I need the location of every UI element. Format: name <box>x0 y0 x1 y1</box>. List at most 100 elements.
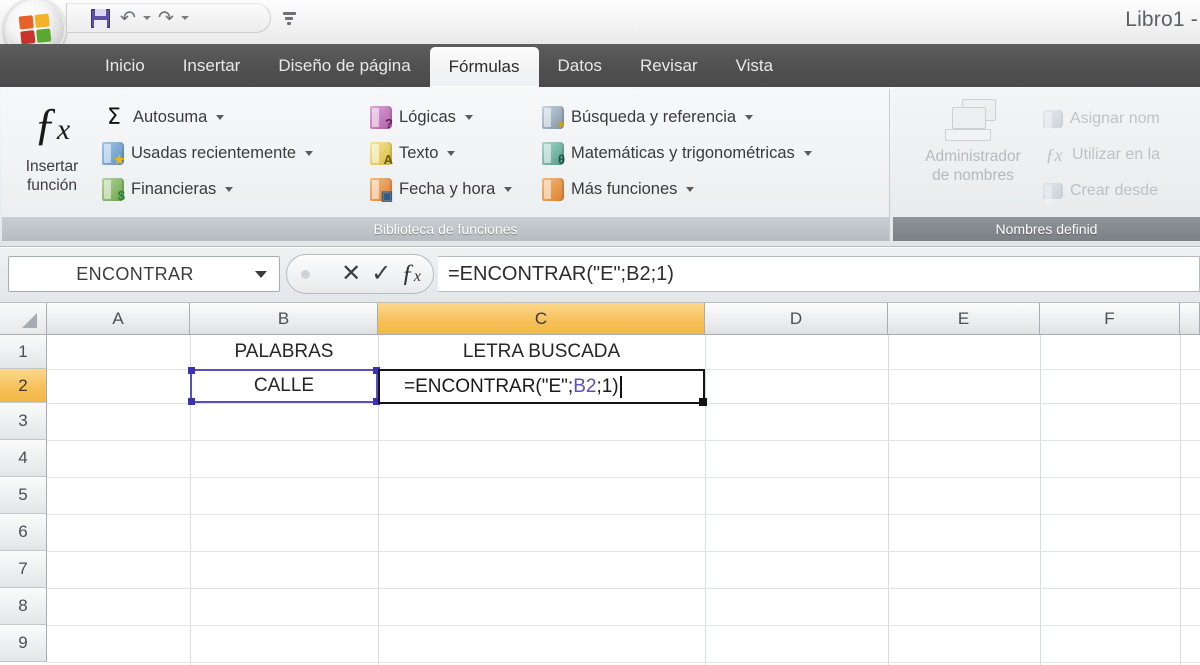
name-manager-button[interactable]: Administrador de nombres <box>913 95 1033 185</box>
create-from-selection-icon <box>1043 183 1063 204</box>
chevron-down-icon[interactable] <box>225 186 234 192</box>
row-header-9[interactable]: 9 <box>0 625 47 662</box>
tab-diseno-de-pagina[interactable]: Diseño de página <box>259 44 429 87</box>
cell-C1[interactable]: LETRA BUSCADA <box>378 335 705 369</box>
column-header-b[interactable]: B <box>190 303 378 335</box>
chevron-down-icon[interactable] <box>305 150 314 156</box>
column-header-e[interactable]: E <box>888 303 1040 335</box>
chevron-down-icon[interactable] <box>216 114 225 120</box>
text-label: Texto <box>399 143 439 162</box>
chevron-down-icon[interactable] <box>447 150 456 156</box>
gridline <box>47 477 1200 478</box>
text-button[interactable]: A Texto <box>370 135 512 171</box>
insert-function-button[interactable]: ƒx Insertar función <box>8 97 96 195</box>
gridline <box>47 551 1200 552</box>
collapse-dot-icon <box>301 270 310 279</box>
reference-handle-icon[interactable] <box>188 398 195 405</box>
floppy-disk-icon <box>90 8 110 28</box>
row-header-8[interactable]: 8 <box>0 588 47 625</box>
tab-revisar[interactable]: Revisar <box>621 44 717 87</box>
cell-B1[interactable]: PALABRAS <box>190 335 378 369</box>
date-time-label: Fecha y hora <box>399 179 496 198</box>
function-library-column-2: ? Lógicas A Texto ▣ Fecha y hora <box>370 99 513 207</box>
more-functions-label: Más funciones <box>571 179 678 198</box>
ribbon: ƒx Insertar función Σ Autosuma ★ Usadas … <box>0 87 1200 247</box>
logical-functions-icon: ? <box>370 105 393 130</box>
cell-C2-editing[interactable]: =ENCONTRAR("E"; B2 ;1) <box>378 369 705 404</box>
spreadsheet-grid: A B C D E F 1 2 3 4 5 6 7 8 9 PALABRAS L… <box>0 303 1200 665</box>
tab-vista[interactable]: Vista <box>717 44 793 87</box>
create-from-selection-button[interactable]: Crear desde <box>1043 173 1160 209</box>
undo-dropdown-icon[interactable] <box>143 16 151 20</box>
use-in-formula-button[interactable]: ƒx Utilizar en la <box>1043 137 1161 173</box>
tab-formulas[interactable]: Fórmulas <box>429 47 539 87</box>
row-header-5[interactable]: 5 <box>0 477 47 514</box>
chevron-down-icon[interactable] <box>255 270 267 278</box>
more-functions-button[interactable]: Más funciones <box>542 171 812 207</box>
accept-check-icon[interactable]: ✓ <box>371 262 391 286</box>
recently-used-button[interactable]: ★ Usadas recientemente <box>102 135 314 171</box>
financial-button[interactable]: $ Financieras <box>102 171 313 207</box>
formula-reference-highlight-b2 <box>188 367 380 405</box>
chevron-down-icon[interactable] <box>464 114 473 120</box>
row-header-1[interactable]: 1 <box>0 335 47 369</box>
gridline <box>47 588 1200 589</box>
column-header-c[interactable]: C <box>378 303 705 335</box>
math-trig-button[interactable]: θ Matemáticas y trigonométricas <box>542 135 812 171</box>
define-name-label: Asignar nom <box>1070 110 1160 127</box>
autosum-button[interactable]: Σ Autosuma <box>102 99 313 135</box>
row-header-7[interactable]: 7 <box>0 551 47 588</box>
tab-datos[interactable]: Datos <box>539 44 621 87</box>
redo-dropdown-icon[interactable] <box>181 16 189 20</box>
row-header-6[interactable]: 6 <box>0 514 47 551</box>
row-header-2[interactable]: 2 <box>0 369 47 403</box>
row-header-4[interactable]: 4 <box>0 440 47 477</box>
recently-used-label: Usadas recientemente <box>131 143 297 162</box>
group-label-function-library: Biblioteca de funciones <box>2 217 889 241</box>
tab-insertar[interactable]: Insertar <box>164 44 260 87</box>
lookup-reference-button[interactable]: ● Búsqueda y referencia <box>542 99 812 135</box>
gridline <box>47 440 1200 441</box>
formula-bar-buttons: ✕ ✓ ƒx <box>286 254 434 294</box>
window-title: Libro1 - <box>1125 8 1198 31</box>
logical-button[interactable]: ? Lógicas <box>370 99 512 135</box>
column-header-g[interactable] <box>1180 303 1200 335</box>
chevron-down-icon[interactable] <box>745 114 754 120</box>
create-from-selection-label: Crear desde <box>1070 182 1159 199</box>
name-manager-label-line1: Administrador <box>925 148 1021 165</box>
date-time-button[interactable]: ▣ Fecha y hora <box>370 171 513 207</box>
chevron-down-icon[interactable] <box>504 186 513 192</box>
defined-names-column: Asignar nom ƒx Utilizar en la Crear desd… <box>1043 101 1160 209</box>
redo-button[interactable]: ↷ <box>153 6 179 30</box>
chevron-down-icon[interactable] <box>686 186 695 192</box>
name-box-value: ENCONTRAR <box>76 263 194 284</box>
customize-toolbar-icon[interactable] <box>283 12 296 27</box>
use-in-formula-icon: ƒx <box>1045 144 1063 165</box>
cancel-x-icon[interactable]: ✕ <box>341 262 361 286</box>
excel-window: ↶ ↷ Libro1 - Inicio Insertar Diseño de p… <box>0 0 1200 665</box>
name-box[interactable]: ENCONTRAR <box>8 256 280 292</box>
ribbon-group-function-library: ƒx Insertar función Σ Autosuma ★ Usadas … <box>2 89 890 241</box>
chevron-down-icon[interactable] <box>803 150 812 156</box>
lookup-reference-icon: ● <box>542 105 565 130</box>
define-name-button[interactable]: Asignar nom <box>1043 101 1160 137</box>
fill-handle[interactable] <box>699 398 707 406</box>
undo-button[interactable]: ↶ <box>115 6 141 30</box>
row-header-3[interactable]: 3 <box>0 403 47 440</box>
reference-handle-icon[interactable] <box>188 367 195 374</box>
insert-function-label-line1: Insertar <box>25 158 79 175</box>
use-in-formula-label: Utilizar en la <box>1072 146 1161 163</box>
column-header-f[interactable]: F <box>1040 303 1180 335</box>
undo-arrow-icon: ↶ <box>120 7 136 29</box>
save-button[interactable] <box>87 6 113 30</box>
select-all-corner[interactable] <box>0 303 47 335</box>
column-header-d[interactable]: D <box>705 303 888 335</box>
tab-inicio[interactable]: Inicio <box>86 44 164 87</box>
define-name-icon <box>1043 110 1063 131</box>
financial-label: Financieras <box>131 179 217 198</box>
fx-icon[interactable]: ƒx <box>401 260 421 288</box>
column-header-a[interactable]: A <box>47 303 190 335</box>
formula-input[interactable]: =ENCONTRAR("E";B2;1) <box>438 256 1200 292</box>
date-time-functions-icon: ▣ <box>370 177 393 202</box>
quick-access-toolbar: ↶ ↷ <box>66 3 271 33</box>
